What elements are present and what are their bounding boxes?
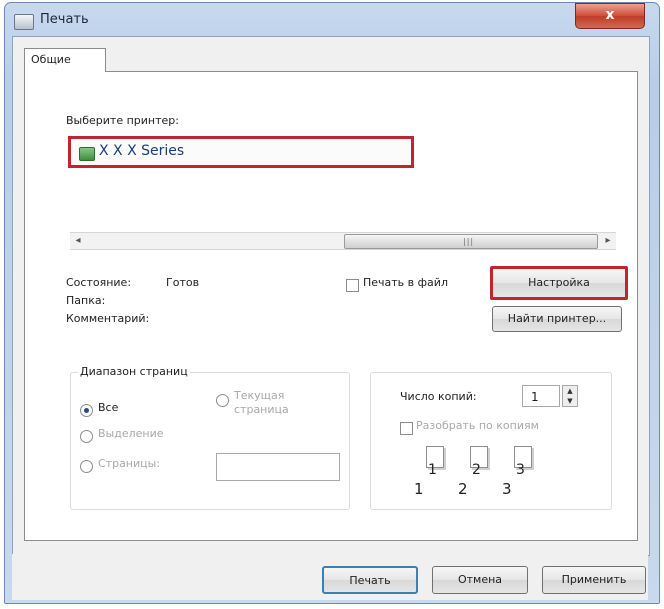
window-title: Печать: [40, 12, 89, 27]
window-app-icon: [14, 14, 34, 30]
collate-page-number: 3: [516, 462, 525, 478]
scroll-left-arrow-icon[interactable]: ◂: [70, 233, 86, 249]
collate-label: Разобрать по копиям: [416, 419, 539, 432]
range-current-page-radio[interactable]: [216, 394, 229, 407]
scroll-right-arrow-icon[interactable]: ▸: [600, 233, 616, 249]
range-all-label: Все: [98, 401, 119, 414]
range-pages-radio[interactable]: [80, 460, 93, 473]
collate-checkbox[interactable]: [400, 422, 413, 435]
printer-icon: [79, 147, 95, 161]
status-label: Состояние:: [66, 276, 132, 289]
print-to-file-checkbox[interactable]: [346, 279, 359, 292]
printer-list[interactable]: X X X Series: [68, 136, 414, 168]
range-current-page-label: Текущая страница: [234, 389, 289, 416]
range-all-radio[interactable]: [80, 404, 93, 417]
collate-page-number: 1: [414, 480, 424, 498]
tab-general[interactable]: Общие: [24, 48, 106, 72]
pages-input[interactable]: [216, 453, 340, 481]
scrollbar-thumb[interactable]: |||: [344, 234, 598, 249]
collate-page-number: 1: [428, 462, 437, 478]
print-to-file-label: Печать в файл: [363, 276, 448, 289]
printer-item-name[interactable]: X X X Series: [99, 143, 184, 159]
range-pages-label: Страницы:: [98, 457, 161, 470]
copies-spinner[interactable]: ▲ ▼: [562, 385, 578, 407]
spinner-up-icon[interactable]: ▲: [563, 386, 577, 396]
copies-input[interactable]: 1: [522, 385, 560, 407]
apply-button[interactable]: Применить: [542, 566, 646, 594]
range-selection-label: Выделение: [98, 427, 164, 440]
spinner-down-icon[interactable]: ▼: [563, 396, 577, 406]
find-printer-button[interactable]: Найти принтер...: [492, 306, 622, 332]
settings-button[interactable]: Настройка: [490, 266, 628, 300]
collate-page-number: 2: [472, 462, 481, 478]
copies-label: Число копий:: [400, 390, 477, 403]
collate-page-number: 2: [458, 480, 468, 498]
collate-page-number: 3: [502, 480, 512, 498]
close-button[interactable]: x: [575, 3, 645, 29]
range-selection-radio[interactable]: [80, 430, 93, 443]
select-printer-label: Выберите принтер:: [66, 114, 179, 127]
status-value: Готов: [166, 276, 200, 289]
page-range-title: Диапазон страниц: [78, 365, 190, 378]
radio-selected-dot: [84, 408, 89, 413]
comment-label: Комментарий:: [66, 312, 150, 325]
folder-label: Папка:: [66, 294, 106, 307]
print-button[interactable]: Печать: [322, 566, 418, 594]
cancel-button[interactable]: Отмена: [432, 566, 528, 594]
printer-list-scrollbar[interactable]: ◂ ||| ▸: [70, 232, 616, 250]
scrollbar-grip-icon: |||: [463, 237, 475, 246]
